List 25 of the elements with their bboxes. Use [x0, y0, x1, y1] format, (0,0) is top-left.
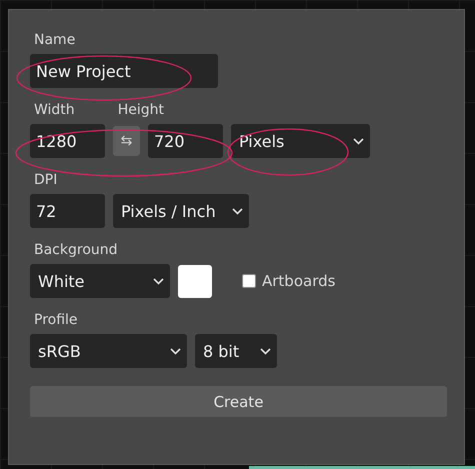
profile-dropdown[interactable]: sRGB — [30, 334, 187, 368]
units-dropdown[interactable]: Pixels — [231, 124, 370, 158]
swap-button[interactable]: ⇆ — [113, 126, 140, 156]
resolution-units-dropdown[interactable]: Pixels / Inch — [113, 194, 249, 228]
bit-depth-dropdown[interactable]: 8 bit — [195, 334, 277, 368]
background-dropdown[interactable]: White — [30, 264, 170, 298]
name-field[interactable]: New Project — [30, 54, 218, 88]
field-label: Profile — [34, 312, 79, 330]
field-label: Name — [34, 32, 76, 50]
artboards-checkbox[interactable] — [242, 274, 256, 288]
field-label: Height — [118, 102, 164, 120]
color-swatch[interactable] — [178, 264, 212, 298]
height-field[interactable]: 720 — [148, 124, 223, 158]
chevron-icon — [232, 208, 243, 214]
create-button[interactable]: Create — [30, 386, 447, 417]
field-label: Width — [34, 102, 75, 120]
chevron-icon — [170, 348, 181, 354]
dpi-field[interactable]: 72 — [30, 194, 105, 228]
chevron-icon — [260, 348, 271, 354]
chevron-icon — [153, 278, 164, 284]
checkbox-label: Artboards — [262, 272, 336, 290]
field-label: Background — [34, 242, 119, 260]
width-field[interactable]: 1280 — [30, 124, 105, 158]
field-label: DPI — [34, 172, 58, 190]
chevron-icon — [353, 138, 364, 144]
